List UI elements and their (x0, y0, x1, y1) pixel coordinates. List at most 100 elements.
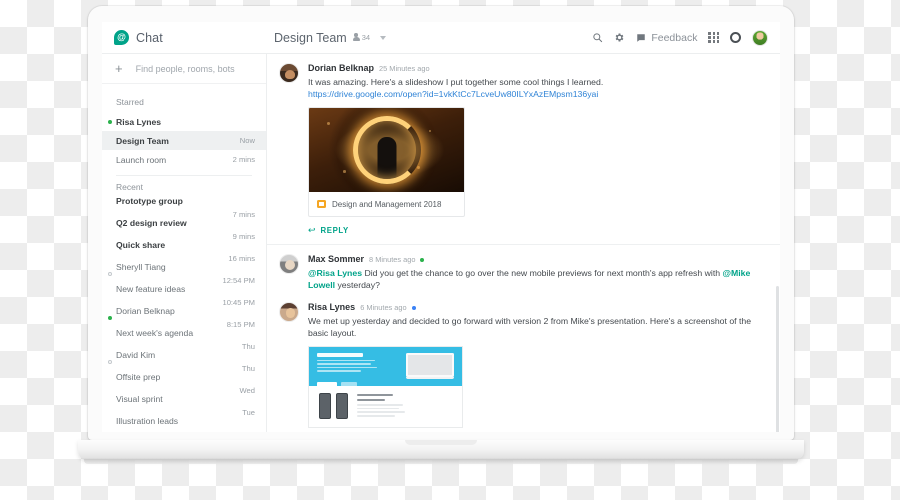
message-content: Risa Lynes 6 Minutes ago We met up yeste… (308, 302, 764, 428)
recent-list: Prototype group 7 mins Q2 design review 9 m… (102, 197, 266, 432)
apps-grid-icon[interactable] (708, 32, 719, 43)
sidebar-item-quick-share[interactable]: Quick share 16 mins (102, 241, 266, 263)
sidebar-item-offsite-prep[interactable]: Offsite prep Wed (102, 373, 266, 395)
screenshot-hero (309, 346, 462, 387)
message-content: Dorian Belknap 25 Minutes ago It was ama… (308, 63, 764, 235)
message-group: Dorian Belknap 25 Minutes ago It was ama… (267, 54, 780, 244)
message-link[interactable]: https://drive.google.com/open?id=1vkKtCc… (308, 88, 764, 100)
message-text: We met up yesterday and decided to go fo… (308, 315, 752, 339)
laptop-mockup: @ Chat Design Team 34 Feedback + Find pe… (0, 0, 900, 500)
vertical-scrollbar[interactable] (776, 286, 779, 432)
feedback-button[interactable]: Feedback (636, 32, 697, 44)
presence-indicator (108, 272, 112, 276)
room-member-count-group[interactable]: 34 (352, 33, 371, 42)
message-author: Dorian Belknap (308, 63, 375, 73)
brand: @ Chat (102, 30, 267, 45)
sidebar-item-time: 16 mins (228, 254, 255, 263)
message-author: Max Sommer (308, 254, 365, 265)
sidebar-item-time: 10:45 PM (222, 298, 255, 307)
find-people-row[interactable]: + Find people, rooms, bots (102, 54, 266, 84)
sidebar-item-time: 7 mins (232, 210, 255, 219)
feedback-flag-icon (636, 33, 646, 43)
sidebar-divider (116, 175, 252, 176)
app-topbar: @ Chat Design Team 34 Feedback (102, 22, 780, 54)
feedback-label: Feedback (651, 31, 698, 44)
sidebar-item-next-week-s-agenda[interactable]: Next week's agenda Thu (102, 329, 266, 351)
message-header: Dorian Belknap 25 Minutes ago (308, 63, 764, 73)
sidebar-item-label: Illustration leads (116, 417, 179, 426)
sidebar-item-label: Quick share (116, 241, 166, 250)
avatar[interactable] (279, 302, 299, 323)
presence-indicator (108, 119, 112, 124)
sidebar-item-dorian-belknap[interactable]: Dorian Belknap 8:15 PM (102, 307, 266, 329)
laptop-illustration (406, 352, 454, 386)
presence-indicator (420, 258, 425, 263)
circle-icon[interactable] (730, 32, 741, 43)
attachment-image (309, 108, 464, 193)
search-icon[interactable] (592, 32, 603, 43)
message-author: Risa Lynes (308, 302, 356, 313)
sidebar-nav: Starred Risa Lynes Design Team Now Launch r… (102, 84, 266, 432)
laptop-lid: @ Chat Design Team 34 Feedback + Find pe… (88, 6, 794, 440)
sidebar-item-time: Thu (241, 342, 255, 351)
app-body: + Find people, rooms, bots Starred Risa … (102, 54, 780, 432)
screenshot-lower-text (357, 393, 452, 419)
sidebar-item-visual-sprint[interactable]: Visual sprint Tue (102, 395, 266, 417)
sidebar-item-time: Mon (240, 430, 255, 432)
avatar[interactable] (279, 254, 299, 275)
sidebar-item-time: Tue (242, 408, 255, 417)
topbar-actions: Feedback (592, 29, 780, 46)
fire-ring (352, 116, 421, 185)
avatar[interactable] (279, 63, 299, 83)
sidebar-item-time: 8:15 PM (226, 320, 255, 329)
attachment-caption-row: Design and Management 2018 (309, 192, 464, 216)
gear-icon[interactable] (614, 32, 625, 43)
sidebar-item-design-team[interactable]: Design Team Now (102, 131, 266, 150)
presence-indicator (108, 360, 112, 364)
sidebar-item-launch-room[interactable]: Launch room 2 mins (102, 150, 266, 169)
avatar[interactable] (752, 29, 768, 46)
mention-risa-lynes[interactable]: @Risa Lynes (308, 268, 362, 278)
sidebar-item-label: Dorian Belknap (116, 307, 175, 316)
plus-icon[interactable]: + (115, 62, 123, 75)
attachment-caption: Design and Management 2018 (332, 199, 442, 209)
sidebar-item-new-feature-ideas[interactable]: New feature ideas 10:45 PM (102, 285, 266, 307)
starred-header: Starred (116, 97, 144, 107)
message-text-part-2: yesterday? (335, 280, 380, 291)
sidebar-item-david-kim[interactable]: David Kim Thu (102, 351, 266, 373)
screenshot-attachment[interactable] (308, 345, 463, 428)
sidebar-item-sheryll-tiang[interactable]: Sheryll Tiang 12:54 PM (102, 263, 266, 285)
sidebar-item-label: Sheryll Tiang (116, 263, 166, 272)
person-icon (352, 33, 360, 42)
room-header[interactable]: Design Team 34 (267, 31, 592, 45)
search-input[interactable]: Find people, rooms, bots (136, 64, 235, 74)
sidebar-item-label: David Kim (116, 351, 156, 360)
recent-header: Recent (116, 182, 143, 192)
sidebar-item-prototype-group[interactable]: Prototype group 7 mins (102, 197, 266, 219)
screenshot-sub-heading (357, 393, 393, 397)
message-time: 6 Minutes ago (360, 303, 407, 313)
sidebar-item-q2-design-review[interactable]: Q2 design review 9 mins (102, 219, 266, 241)
reply-button[interactable]: ↩ REPLY (308, 225, 764, 236)
message-content: Max Sommer 8 Minutes ago @Risa Lynes Did… (308, 254, 764, 291)
sidebar: + Find people, rooms, bots Starred Risa … (102, 54, 267, 432)
conversation-panel: Dorian Belknap 25 Minutes ago It was ama… (267, 54, 780, 432)
sidebar-item-risa-lynes[interactable]: Risa Lynes (102, 112, 266, 131)
sidebar-item-label: Q2 design review (116, 219, 187, 228)
message-text: @Risa Lynes Did you get the chance to go… (308, 267, 764, 292)
sidebar-item-time: Wed (239, 386, 255, 395)
chevron-down-icon[interactable] (380, 35, 387, 40)
sidebar-item-time: Now (239, 136, 255, 145)
screenshot-heading (317, 352, 363, 357)
room-member-count: 34 (361, 33, 371, 42)
sidebar-item-label: Visual sprint (116, 395, 163, 404)
sidebar-item-label: Offsite prep (116, 373, 161, 382)
reply-arrow-icon: ↩ (308, 225, 316, 236)
phone-illustrations (319, 393, 348, 420)
sidebar-item-illustration-leads[interactable]: Illustration leads Mon (102, 417, 266, 432)
starred-list: Risa Lynes Design Team Now Launch room 2 min… (102, 112, 266, 169)
message-list: Dorian Belknap 25 Minutes ago It was ama… (267, 54, 780, 432)
attachment-card[interactable]: Design and Management 2018 (308, 107, 465, 218)
message-text-part-1: Did you get the chance to go over the ne… (362, 267, 723, 278)
screenshot-lower (309, 385, 462, 427)
